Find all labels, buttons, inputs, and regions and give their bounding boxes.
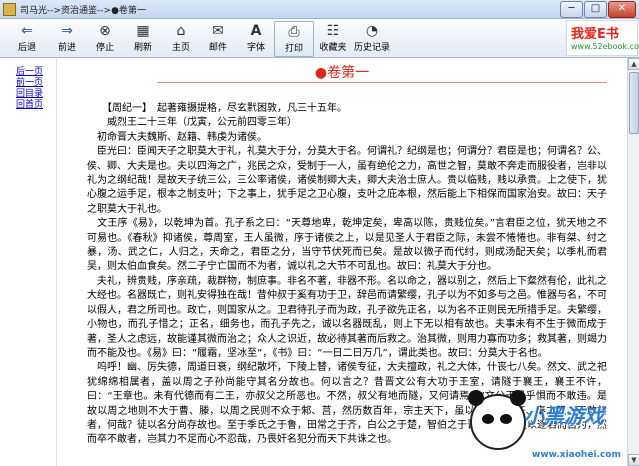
print-button[interactable]: ⎙ 打印 xyxy=(274,21,314,57)
logo-text: 我爱E书 xyxy=(571,27,619,42)
history-button[interactable]: ◔ 历史记录 xyxy=(350,21,394,55)
chapter-divider xyxy=(157,82,607,83)
sidebar: 后一页 前一页 回目录 回首页 xyxy=(0,58,57,466)
watermark-title: 小黑游戏 xyxy=(524,404,604,428)
maximize-button[interactable]: □ xyxy=(584,1,607,18)
scroll-thumb[interactable] xyxy=(629,72,639,134)
close-button[interactable]: ✕ xyxy=(608,1,636,18)
site-logo: 我爱E书 www.52ebook.com xyxy=(566,20,639,56)
scroll-up-icon[interactable]: ▲ xyxy=(628,58,639,70)
paragraph: 【周纪一】 起著雍摄提格，尽玄黓困敦，凡三十五年。 xyxy=(87,103,347,114)
home-link[interactable]: 回首页 xyxy=(16,97,43,110)
favorites-icon: ☷ xyxy=(326,23,340,39)
paragraph: 夫礼，辨贵贱，序亲疏，裁群物，制庶事。非名不著，非器不形。名以命之，器以别之，然… xyxy=(87,275,607,359)
chapter-title: ●卷第一 xyxy=(314,65,370,81)
back-button[interactable]: ⇐ 后退 xyxy=(8,21,46,55)
paragraph: 臣光曰：臣闻天子之职莫大于礼，礼莫大于分，分莫大于名。何谓礼？纪纲是也；何谓分？… xyxy=(87,146,607,215)
paragraph: 文王序《易》，以乾坤为首。孔子系之曰：“天尊地卑，乾坤定矣，卑高以陈，贵贱位矣。… xyxy=(87,218,607,273)
home-icon: ⌂ xyxy=(176,23,186,39)
app-icon xyxy=(3,3,16,16)
paragraph: 初命晋大夫魏斯、赵籍、韩虔为诸侯。 xyxy=(87,131,267,143)
title-bar[interactable]: 司马光-->资治通鉴-->●卷第一 ─ □ ✕ xyxy=(0,0,639,19)
print-icon: ⎙ xyxy=(288,24,300,40)
refresh-button[interactable]: ▦ 刷新 xyxy=(124,21,162,55)
refresh-icon: ▦ xyxy=(136,23,150,39)
paragraph: 威烈王二十三年（戊寅，公元前四零三年） xyxy=(87,117,297,129)
stop-icon: ⊗ xyxy=(99,23,111,39)
font-button[interactable]: A 字体 xyxy=(237,21,275,55)
stop-button[interactable]: ⊗ 停止 xyxy=(86,21,124,55)
favorites-button[interactable]: ☷ 收藏夹 xyxy=(314,21,352,55)
forward-arrow-icon: ⇒ xyxy=(61,23,73,39)
watermark-url: www.xiaohei.com xyxy=(532,450,621,460)
minimize-button[interactable]: ─ xyxy=(560,1,583,18)
watermark: 小黑游戏 www.xiaohei.com xyxy=(468,390,636,466)
window-title: 司马光-->资治通鉴-->●卷第一 xyxy=(20,6,146,16)
forward-button[interactable]: ⇒ 前进 xyxy=(48,21,86,55)
mail-button[interactable]: ✉ 邮件 xyxy=(199,21,237,55)
panda-logo-icon xyxy=(468,390,526,450)
font-icon: A xyxy=(250,23,262,39)
logo-url: www.52ebook.com xyxy=(571,42,639,51)
history-icon: ◔ xyxy=(365,23,379,39)
back-arrow-icon: ⇐ xyxy=(21,23,33,39)
toolbar: ⇐ 后退 ⇒ 前进 ⊗ 停止 ▦ 刷新 ⌂ 主页 ✉ 邮件 A 字体 ⎙ 打印 … xyxy=(0,19,639,58)
home-button[interactable]: ⌂ 主页 xyxy=(162,21,200,55)
mail-icon: ✉ xyxy=(212,23,224,39)
